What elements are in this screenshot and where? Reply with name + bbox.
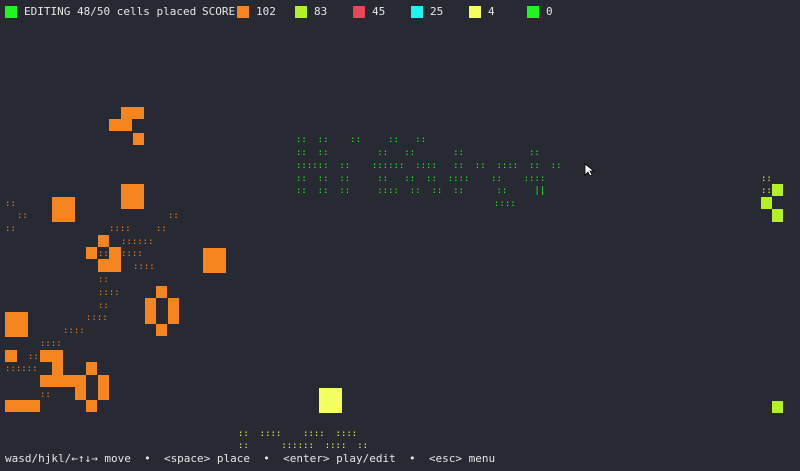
- trail-yellow: ::: [761, 186, 772, 196]
- cell-orange: [5, 400, 40, 412]
- cell-orange: [98, 259, 109, 272]
- cell-lime: [772, 401, 783, 413]
- trail-orange: ::: [40, 390, 51, 400]
- trail-green: :::::: :: :::::: :::: :: :: :::: :: ::: [296, 161, 562, 171]
- trail-orange: ::: [98, 275, 109, 285]
- trail-green: :: :: :: :::: :: :: :: :: ||: [296, 186, 546, 196]
- trail-yellow: :: :::: :::: ::::: [238, 429, 358, 439]
- trail-orange: ::::: [109, 224, 131, 234]
- trail-green: :: :: :: :: :: ::: [296, 148, 540, 158]
- trail-green: :: :: :: :: ::: [296, 135, 427, 145]
- trail-orange: ::: [168, 211, 179, 221]
- cell-orange: [52, 197, 75, 222]
- trail-orange: ::::: [133, 262, 155, 272]
- cell-orange: [156, 286, 167, 298]
- cell-orange: [86, 400, 97, 412]
- trail-orange: ::::: [63, 326, 85, 336]
- cell-orange: [203, 248, 226, 273]
- trail-orange: ::: [5, 199, 16, 209]
- cell-orange: [145, 298, 156, 324]
- cell-orange: [5, 312, 28, 337]
- cell-orange: [156, 324, 167, 336]
- trail-orange: ::: [5, 224, 16, 234]
- trail-orange: ::::: [98, 288, 120, 298]
- trail-orange: ::: [156, 224, 167, 234]
- cell-orange: [75, 387, 86, 400]
- cell-orange: [86, 247, 97, 259]
- trail-orange: ::::: [121, 249, 143, 259]
- mouse-cursor-icon: [584, 163, 596, 177]
- trail-yellow: :: :::::: :::: ::: [238, 441, 369, 451]
- cell-orange: [40, 375, 86, 387]
- cell-orange: [98, 375, 109, 400]
- cell-orange: [52, 362, 63, 375]
- trail-orange: ::: [98, 249, 109, 259]
- trail-orange: ::: [98, 301, 109, 311]
- cell-lime: [772, 184, 783, 196]
- cell-orange: [133, 133, 144, 145]
- cell-orange: [109, 119, 132, 131]
- cell-orange: [121, 107, 144, 119]
- trail-green: :: :: :: :: :: :: :::: :: ::::: [296, 174, 546, 184]
- trail-orange: ::::: [40, 339, 62, 349]
- cell-yellow: [319, 388, 342, 413]
- cell-orange: [5, 350, 17, 362]
- trail-green: ::::: [494, 199, 516, 209]
- cell-orange: [86, 362, 97, 375]
- cell-orange: [121, 184, 144, 209]
- trail-orange: ::::::: [121, 237, 154, 247]
- trail-orange: ::::: [86, 313, 108, 323]
- trail-yellow: ::: [761, 174, 772, 184]
- cell-orange: [98, 235, 109, 247]
- cell-orange: [109, 247, 121, 272]
- trail-orange: ::: [28, 352, 39, 362]
- trail-orange: ::: [17, 211, 28, 221]
- cell-lime: [761, 197, 772, 209]
- cell-orange: [40, 350, 63, 362]
- cell-orange: [168, 298, 179, 324]
- game-board[interactable]: :: :: :: :: :::: :: :::::: :: :::: :::: …: [0, 0, 800, 471]
- controls-help: wasd/hjkl/←↑↓→ move • <space> place • <e…: [5, 452, 496, 465]
- trail-orange: ::::::: [5, 364, 38, 374]
- cell-lime: [772, 209, 783, 222]
